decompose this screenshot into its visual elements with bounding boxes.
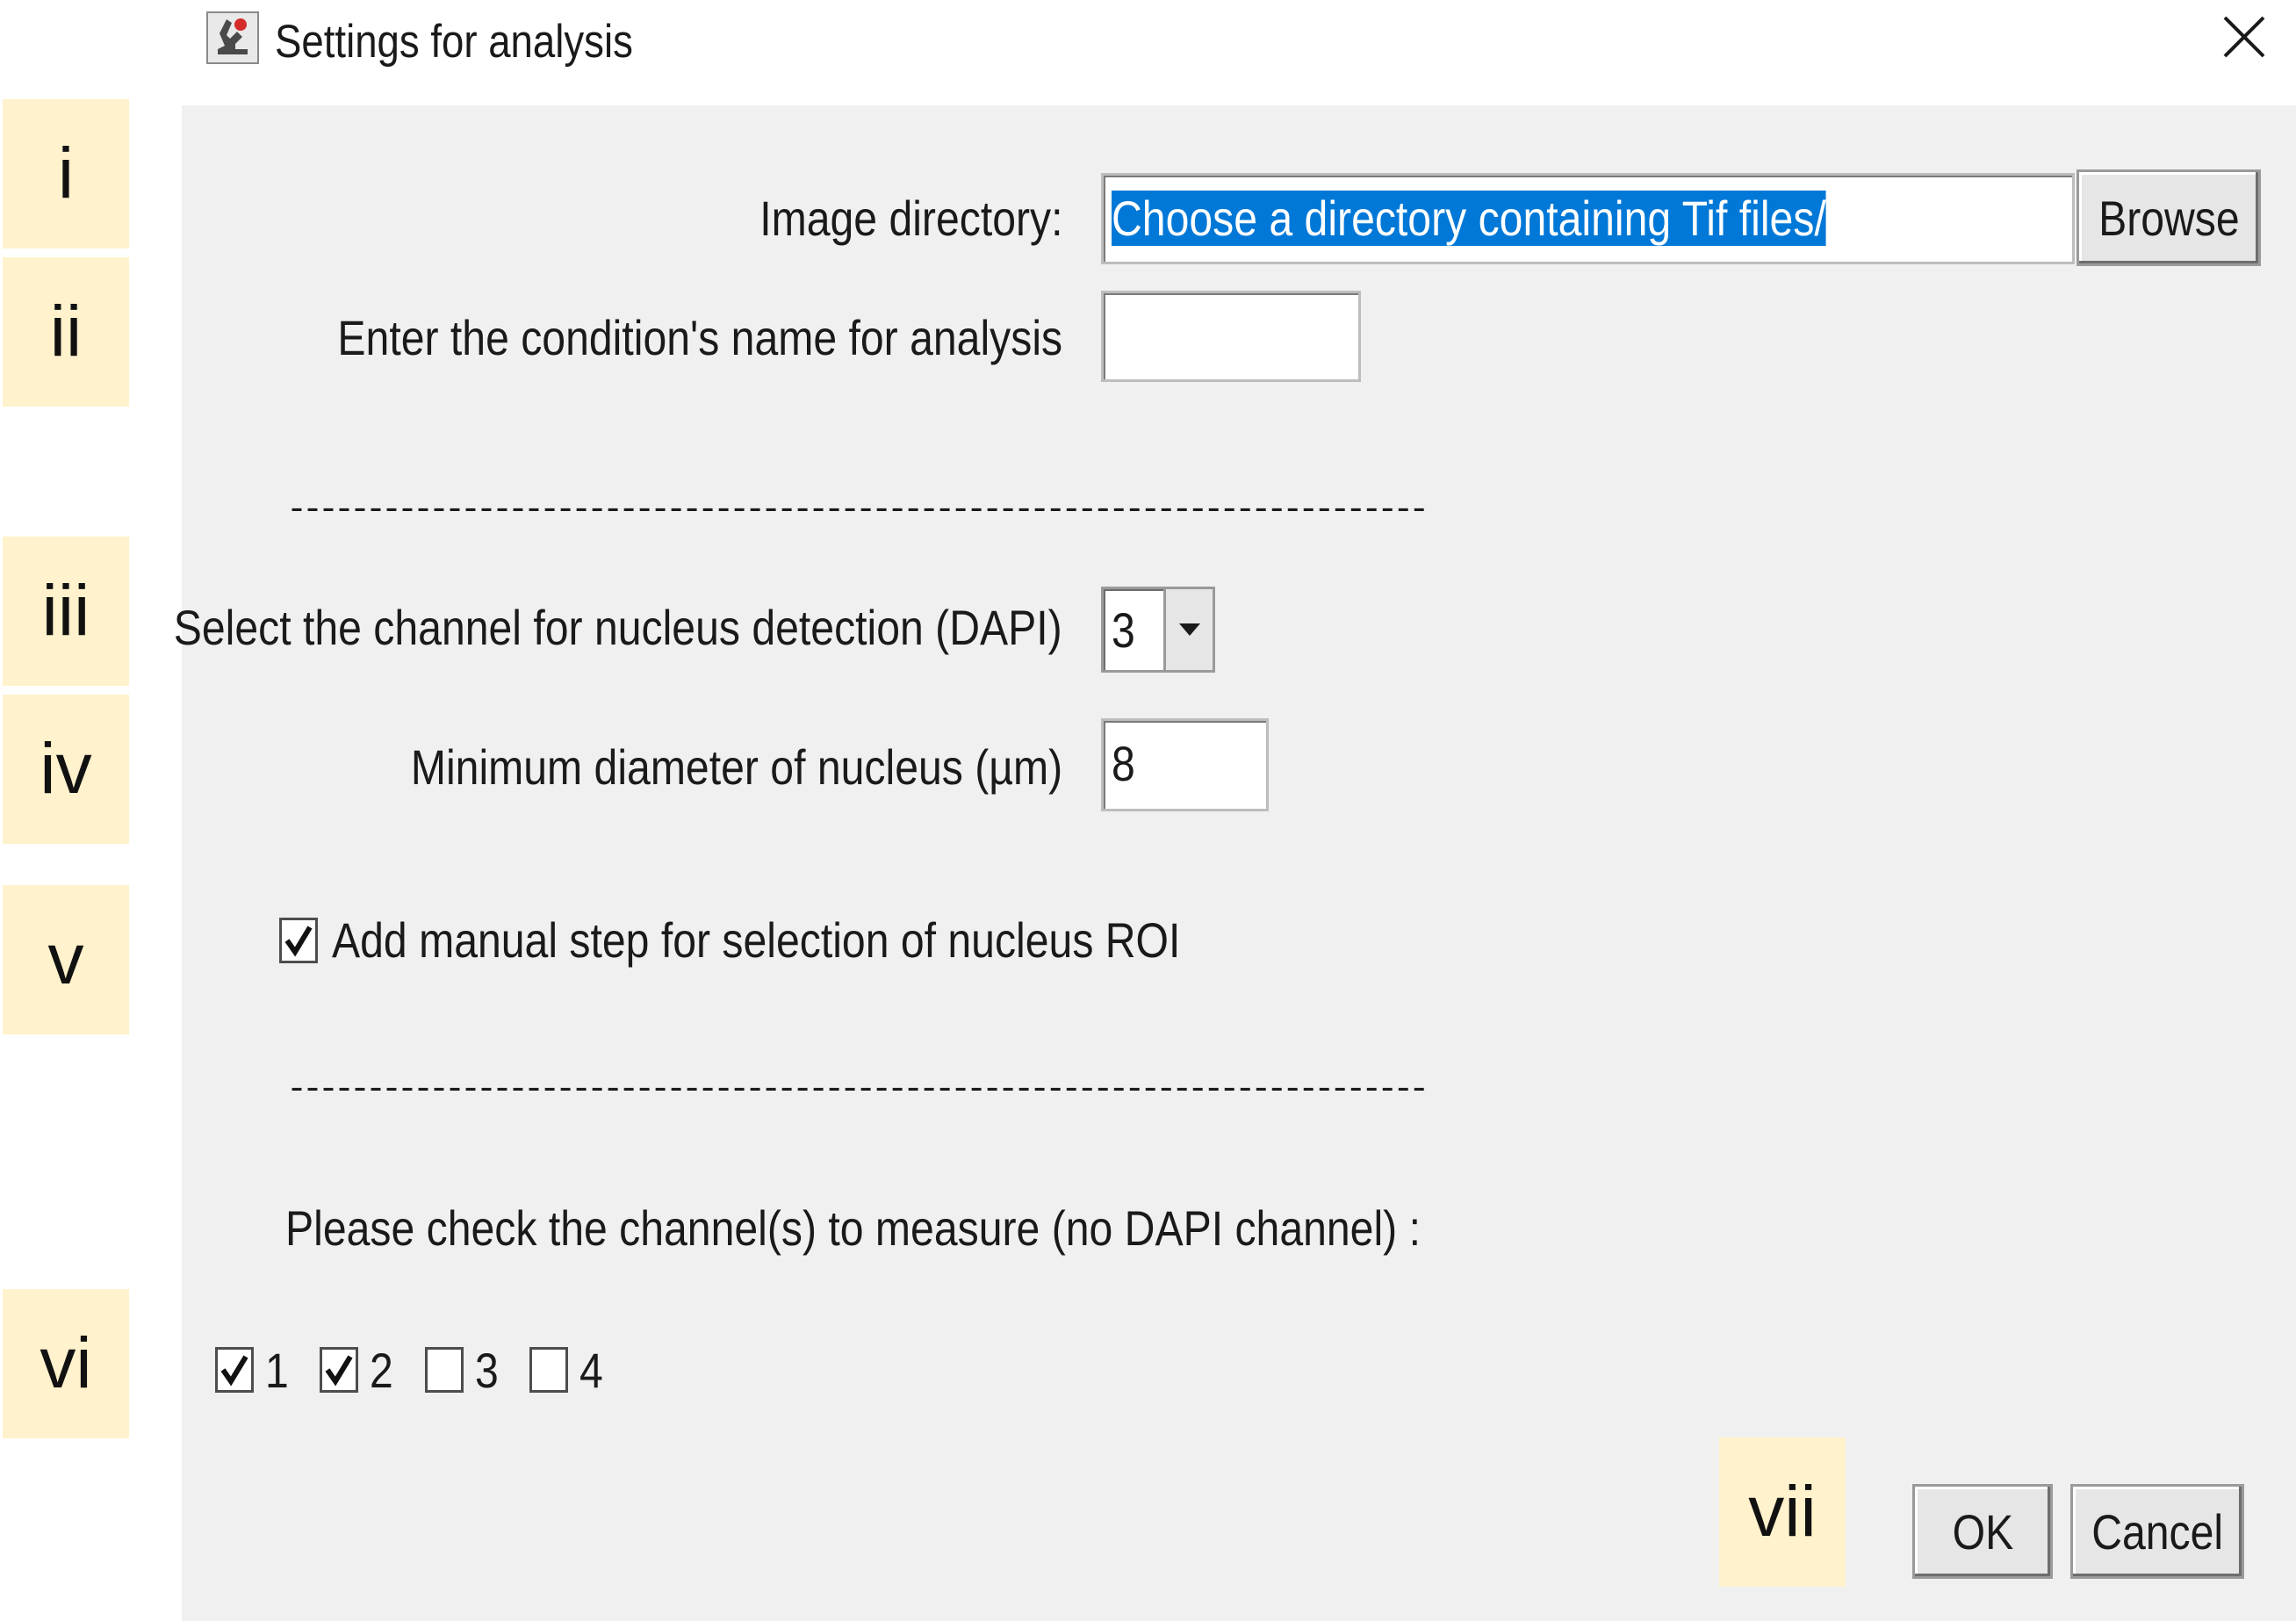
- annotation-tag-vi: vi: [3, 1289, 129, 1438]
- close-icon[interactable]: [2220, 12, 2269, 61]
- channel-3-checkbox[interactable]: [425, 1347, 464, 1393]
- chevron-down-icon: [1178, 623, 1200, 636]
- annotation-tag-ii: ii: [3, 257, 129, 407]
- min-diameter-label: Minimum diameter of nucleus (µm): [410, 739, 1062, 795]
- channel-3-label: 3: [475, 1343, 499, 1398]
- imagej-microscope-icon: [205, 11, 260, 65]
- condition-name-field[interactable]: [1101, 291, 1361, 382]
- annotation-tag-i: i: [3, 99, 129, 249]
- measure-channels-prompt: Please check the channel(s) to measure (…: [285, 1200, 1421, 1256]
- separator-line: ----------------------------------------…: [286, 494, 1429, 529]
- channel-4-label: 4: [579, 1343, 603, 1398]
- channel-1-checkbox[interactable]: [215, 1347, 254, 1393]
- dropdown-button[interactable]: [1163, 589, 1213, 670]
- channel-4-checkbox[interactable]: [529, 1347, 568, 1393]
- image-directory-label: Image directory:: [759, 191, 1062, 246]
- min-diameter-field[interactable]: 8: [1101, 718, 1269, 811]
- condition-name-label: Enter the condition's name for analysis: [337, 310, 1062, 365]
- manual-step-checkbox[interactable]: [279, 918, 318, 963]
- channel-2-checkbox[interactable]: [320, 1347, 358, 1393]
- annotation-tag-iii: iii: [3, 537, 129, 686]
- nucleus-channel-label: Select the channel for nucleus detection…: [174, 600, 1062, 655]
- annotation-tag-iv: iv: [3, 695, 129, 844]
- manual-step-label: Add manual step for selection of nucleus…: [332, 912, 1181, 968]
- min-diameter-value: 8: [1112, 736, 1135, 791]
- ok-button[interactable]: OK: [1912, 1484, 2053, 1579]
- channel-2-label: 2: [370, 1343, 393, 1398]
- separator-line: ----------------------------------------…: [286, 1073, 1429, 1108]
- annotation-tag-v: v: [3, 885, 129, 1034]
- cancel-button[interactable]: Cancel: [2070, 1484, 2244, 1579]
- image-directory-value: Choose a directory containing Tif files/: [1112, 191, 1826, 246]
- annotation-tag-vii: vii: [1719, 1437, 1846, 1587]
- window-title: Settings for analysis: [275, 16, 633, 68]
- channel-1-label: 1: [265, 1343, 289, 1398]
- nucleus-channel-select[interactable]: 3: [1101, 587, 1215, 673]
- image-directory-field[interactable]: Choose a directory containing Tif files/: [1101, 173, 2075, 264]
- nucleus-channel-selected: 3: [1112, 602, 1135, 658]
- browse-button[interactable]: Browse: [2076, 169, 2261, 266]
